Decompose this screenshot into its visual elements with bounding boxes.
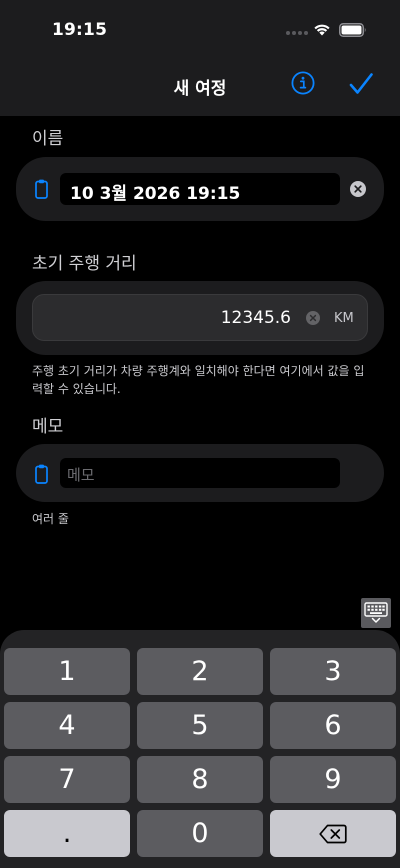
key-3[interactable]: 3 [270, 648, 396, 695]
cellular-signal-icon [286, 31, 308, 35]
navigation-bar: 새 여정 [0, 60, 400, 116]
key-2[interactable]: 2 [137, 648, 263, 695]
wifi-icon [314, 24, 330, 36]
name-section-label: 이름 [32, 129, 64, 149]
done-checkmark-button[interactable] [348, 71, 374, 97]
odometer-card: 12345.6 KM [16, 281, 384, 355]
key-9[interactable]: 9 [270, 756, 396, 803]
key-8[interactable]: 8 [137, 756, 263, 803]
keyboard-toggle-button[interactable] [361, 598, 391, 628]
memo-card: 메모 [16, 444, 384, 502]
name-card: 10 3월 2026 19:15 [16, 157, 384, 221]
backspace-icon [319, 824, 347, 843]
clipboard-icon[interactable] [35, 464, 48, 484]
key-5[interactable]: 5 [137, 702, 263, 749]
key-7[interactable]: 7 [4, 756, 130, 803]
backspace-key[interactable] [270, 810, 396, 857]
status-bar: 19:15 [0, 0, 400, 60]
odometer-helper-text: 주행 초기 거리가 차량 주행계와 일치해야 한다면 여기에서 값을 입력할 수… [32, 364, 365, 396]
keyboard-icon [364, 602, 388, 623]
memo-input[interactable]: 메모 [60, 458, 340, 488]
key-6[interactable]: 6 [270, 702, 396, 749]
name-input[interactable]: 10 3월 2026 19:15 [60, 173, 340, 205]
memo-section-label: 메모 [32, 417, 64, 437]
key-4[interactable]: 4 [4, 702, 130, 749]
odometer-value: 12345.6 [220, 308, 291, 328]
key-0[interactable]: 0 [137, 810, 263, 857]
battery-icon [339, 23, 366, 37]
key-decimal[interactable]: . [4, 810, 130, 857]
info-button[interactable] [291, 71, 315, 95]
clipboard-icon[interactable] [35, 179, 48, 199]
memo-helper-text: 여러 줄 [32, 512, 69, 526]
odometer-section-label: 초기 주행 거리 [32, 254, 137, 274]
key-1[interactable]: 1 [4, 648, 130, 695]
odometer-field[interactable]: 12345.6 KM [32, 294, 368, 341]
clear-name-icon[interactable] [350, 181, 366, 197]
status-time: 19:15 [52, 20, 108, 40]
odometer-unit: KM [334, 311, 354, 326]
page-title: 새 여정 [173, 79, 227, 99]
clear-odometer-icon[interactable] [306, 311, 320, 325]
numeric-keyboard: 1 2 3 4 5 6 7 8 9 . 0 [0, 630, 400, 868]
